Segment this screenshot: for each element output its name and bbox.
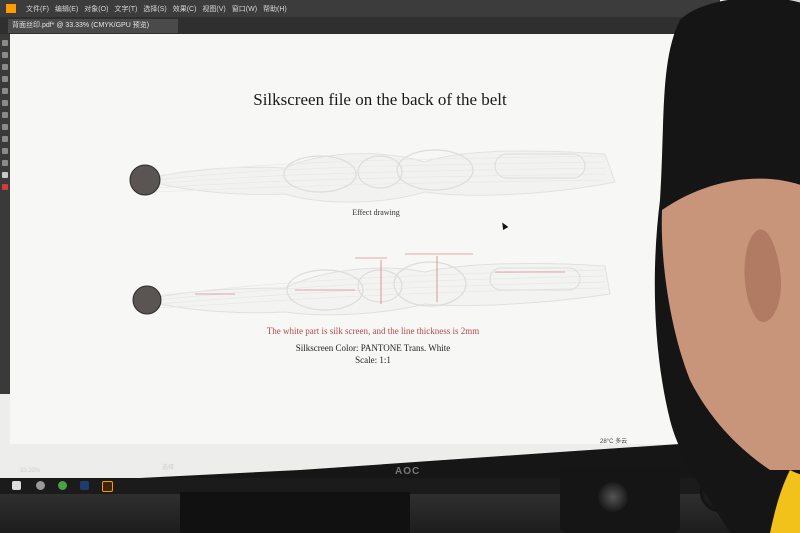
belt-silkscreen-drawing bbox=[132, 253, 611, 316]
document-tab[interactable]: 背面丝印.pdf* @ 33.33% (CMYK/GPU 预览) bbox=[8, 19, 178, 33]
menu-item-help[interactable]: 帮助(H) bbox=[263, 4, 287, 14]
search-icon[interactable] bbox=[36, 481, 45, 490]
hand-tool-icon[interactable] bbox=[2, 160, 8, 166]
menu-item-edit[interactable]: 编辑(E) bbox=[55, 4, 78, 14]
menu-item-select[interactable]: 选择(S) bbox=[143, 4, 166, 14]
person-head bbox=[654, 0, 800, 533]
browser-icon[interactable] bbox=[58, 481, 67, 490]
photoshop-icon[interactable] bbox=[80, 481, 89, 490]
monitor-stand bbox=[180, 492, 410, 533]
menu-item-type[interactable]: 文字(T) bbox=[114, 4, 137, 14]
selection-tool-icon[interactable] bbox=[2, 40, 8, 46]
menu-bar: 文件(F) 编辑(E) 对象(O) 文字(T) 选择(S) 效果(C) 视图(V… bbox=[0, 0, 720, 17]
scale-label: Scale: 1:1 bbox=[355, 355, 391, 365]
menu-item-view[interactable]: 视图(V) bbox=[202, 4, 225, 14]
menu-item-object[interactable]: 对象(O) bbox=[84, 4, 108, 14]
monitor-screen: 文件(F) 编辑(E) 对象(O) 文字(T) 选择(S) 效果(C) 视图(V… bbox=[0, 0, 740, 485]
type-tool-icon[interactable] bbox=[2, 76, 8, 82]
weather-tray[interactable]: 28°C 多云 bbox=[600, 436, 627, 445]
pen-tool-icon[interactable] bbox=[2, 64, 8, 70]
zoom-status[interactable]: 33.33% bbox=[20, 468, 40, 474]
app-logo-icon[interactable] bbox=[6, 4, 16, 13]
silkscreen-color-label: Silkscreen Color: PANTONE Trans. White bbox=[295, 343, 451, 353]
zoom-tool-icon[interactable] bbox=[2, 148, 8, 154]
menu-item-file[interactable]: 文件(F) bbox=[26, 4, 49, 14]
windows-start-icon[interactable] bbox=[12, 481, 21, 490]
scale-tool-icon[interactable] bbox=[2, 136, 8, 142]
menu-item-effect[interactable]: 效果(C) bbox=[173, 4, 197, 14]
direct-selection-tool-icon[interactable] bbox=[2, 52, 8, 58]
speaker-cone bbox=[598, 482, 628, 512]
stroke-swatch-icon[interactable] bbox=[2, 184, 8, 190]
silkscreen-note: The white part is silk screen, and the l… bbox=[266, 326, 480, 336]
photo-scene: 文件(F) 编辑(E) 对象(O) 文字(T) 选择(S) 效果(C) 视图(V… bbox=[0, 0, 800, 533]
monitor-brand-logo: AOC bbox=[395, 466, 421, 477]
brush-tool-icon[interactable] bbox=[2, 112, 8, 118]
fill-swatch-icon[interactable] bbox=[2, 172, 8, 178]
menu-item-window[interactable]: 窗口(W) bbox=[232, 4, 257, 14]
rotate-tool-icon[interactable] bbox=[2, 124, 8, 130]
illustrator-icon[interactable] bbox=[102, 481, 113, 492]
status-selection-label: 选择 bbox=[162, 465, 175, 471]
